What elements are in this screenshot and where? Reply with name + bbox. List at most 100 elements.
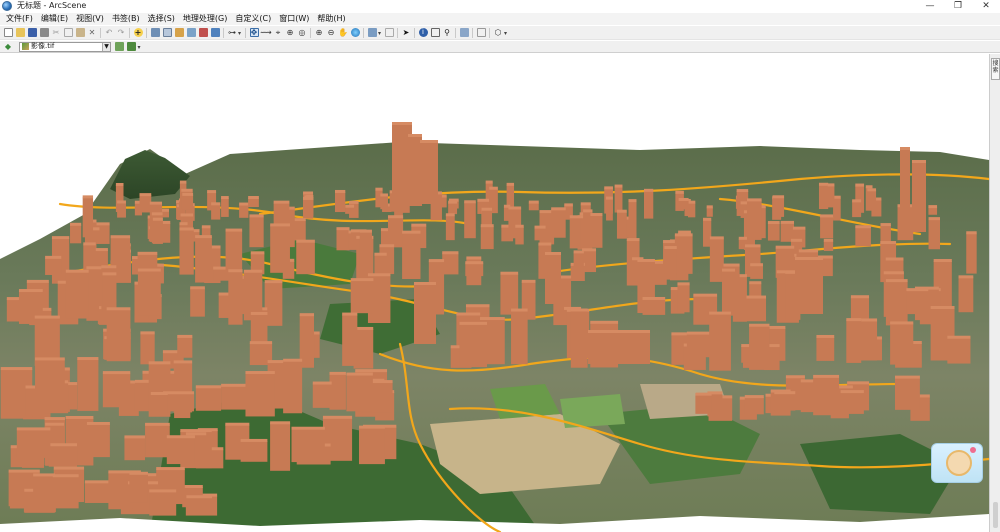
building-block <box>573 252 584 277</box>
undo-icon[interactable]: ↶ <box>105 28 114 37</box>
html-popup-icon[interactable] <box>430 28 440 37</box>
building-block <box>500 273 519 315</box>
layer-props-icon[interactable] <box>174 28 184 37</box>
building-roof <box>880 223 891 227</box>
save-icon[interactable] <box>27 28 37 37</box>
title-bar: 无标题 - ArcScene — ❐ ✕ <box>0 0 1000 12</box>
identify-icon[interactable]: i <box>418 28 428 37</box>
building-block <box>140 333 155 365</box>
menu-windows[interactable]: 窗口(W) <box>275 13 313 25</box>
cut-icon[interactable]: ✂ <box>52 28 61 37</box>
building-roof <box>18 289 43 293</box>
open-icon[interactable] <box>15 28 25 37</box>
search-tab[interactable]: 搜索 <box>991 58 1000 80</box>
layer-selector[interactable]: 影像.tif ▼ <box>19 41 111 52</box>
select-features-icon[interactable] <box>367 28 377 37</box>
scene-canvas[interactable] <box>0 54 989 532</box>
toolbar-overflow-icon[interactable]: ▾ <box>504 28 509 37</box>
building-roof <box>664 246 677 250</box>
new-icon[interactable] <box>3 28 13 37</box>
redo-icon[interactable]: ↷ <box>117 28 126 37</box>
menu-file[interactable]: 文件(F) <box>2 13 37 25</box>
building-block <box>166 437 195 465</box>
zoom-out-icon[interactable]: ⊖ <box>327 28 336 37</box>
building-roof <box>182 192 194 196</box>
paste-icon[interactable] <box>75 28 85 37</box>
pan-icon[interactable]: ✋ <box>338 28 348 37</box>
building-roof <box>156 467 185 471</box>
building-block <box>885 281 908 326</box>
layer-effects-icon[interactable]: ◆ <box>4 42 13 51</box>
add-data-icon[interactable]: + <box>133 28 143 37</box>
full-extent-icon[interactable] <box>350 28 360 37</box>
building-block <box>350 280 374 314</box>
building-roof <box>150 392 168 396</box>
building-roof <box>26 279 49 283</box>
effects-toolbar: ◆ 影像.tif ▼ ▾ <box>0 41 1000 53</box>
arcscene-app-icon <box>2 1 12 11</box>
print-icon[interactable] <box>39 28 49 37</box>
building-roof <box>102 371 131 375</box>
select-elements-icon[interactable]: ➤ <box>402 28 411 37</box>
window-title: 无标题 - ArcScene <box>17 1 87 10</box>
target-center-icon[interactable]: ⌖ <box>274 28 283 37</box>
raster-effects-icon[interactable] <box>115 42 124 51</box>
menu-customize[interactable]: 自定义(C) <box>231 13 275 25</box>
layout-icon[interactable] <box>476 28 486 37</box>
building-roof <box>84 480 110 484</box>
building-roof <box>336 227 350 231</box>
side-scrollbar[interactable] <box>993 502 998 528</box>
main-toolbar: ✂ ✕ ↶ ↷ + ⊶ ▾ ✥ ⟿ ⌖ ⊕ ◎ ⊕ ⊖ ✋ ▾ ➤ i ⚲ ⬡ … <box>0 26 1000 40</box>
toc-icon[interactable] <box>162 28 172 37</box>
building-roof <box>775 245 795 249</box>
building-roof <box>303 191 314 195</box>
menu-geoprocessing[interactable]: 地理处理(G) <box>179 13 231 25</box>
minimize-button[interactable]: — <box>916 0 944 12</box>
set-observer-icon[interactable]: ◎ <box>298 28 307 37</box>
building-block <box>249 216 264 248</box>
building-block <box>291 428 325 463</box>
toolbar-overflow-icon[interactable]: ▾ <box>378 28 383 37</box>
navigate-icon[interactable]: ✥ <box>249 28 259 37</box>
building-block <box>570 310 588 368</box>
menu-selection[interactable]: 选择(S) <box>144 13 179 25</box>
scene-view[interactable] <box>0 54 989 532</box>
toolbar-dropdown-icon[interactable]: ⊶ <box>228 28 237 37</box>
building-roof <box>77 357 99 361</box>
toolbar-overflow-icon[interactable]: ▾ <box>238 28 243 37</box>
menu-view[interactable]: 视图(V) <box>72 13 108 25</box>
maximize-button[interactable]: ❐ <box>944 0 972 12</box>
building-block <box>774 393 796 411</box>
building-roof <box>723 263 740 267</box>
building-block <box>744 397 764 415</box>
menu-help[interactable]: 帮助(H) <box>313 13 349 25</box>
building-roof <box>767 221 780 225</box>
copy-icon[interactable] <box>63 28 73 37</box>
zoom-in-icon[interactable]: ⊕ <box>315 28 324 37</box>
shading-icon[interactable] <box>127 42 136 51</box>
building-block <box>239 204 249 218</box>
building-block <box>515 226 524 245</box>
toolbar-overflow-icon[interactable]: ▾ <box>138 42 143 51</box>
menu-bookmarks[interactable]: 书签(B) <box>108 13 144 25</box>
find-icon[interactable]: ⚲ <box>443 28 452 37</box>
notification-dot-icon <box>970 447 976 453</box>
layer-icon[interactable] <box>210 28 220 37</box>
globe-icon[interactable]: ⬡ <box>494 28 503 37</box>
menu-edit[interactable]: 编辑(E) <box>37 13 72 25</box>
animation-icon[interactable] <box>198 28 208 37</box>
chevron-down-icon[interactable]: ▼ <box>102 42 110 51</box>
arccatalog-icon[interactable] <box>150 28 160 37</box>
measure-icon[interactable] <box>459 28 469 37</box>
building-roof <box>628 199 637 203</box>
assistant-badge[interactable] <box>931 443 983 483</box>
building-roof <box>928 205 938 209</box>
building-roof <box>785 375 805 379</box>
building-roof <box>33 473 55 477</box>
delete-icon[interactable]: ✕ <box>88 28 97 37</box>
clear-selection-icon[interactable] <box>384 28 394 37</box>
fly-icon[interactable]: ⟿ <box>260 28 271 37</box>
close-button[interactable]: ✕ <box>972 0 1000 12</box>
scene-props-icon[interactable] <box>186 28 196 37</box>
zoom-to-target-icon[interactable]: ⊕ <box>286 28 295 37</box>
